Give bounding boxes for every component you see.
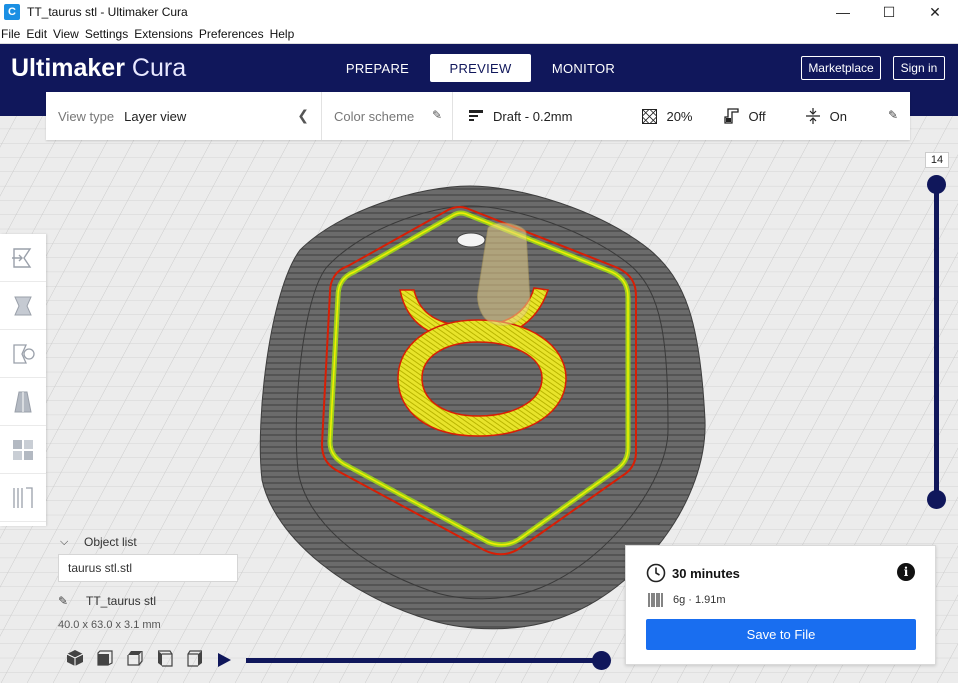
- info-icon[interactable]: i: [897, 563, 915, 581]
- tab-monitor[interactable]: MONITOR: [533, 54, 634, 82]
- layer-slider-track[interactable]: [934, 184, 939, 500]
- logo-brand: Ultimaker: [11, 54, 125, 82]
- tab-preview[interactable]: PREVIEW: [430, 54, 531, 82]
- adhesion-setting[interactable]: On: [804, 107, 847, 125]
- minimize-button[interactable]: —: [820, 0, 866, 24]
- mirror-tool-button[interactable]: [0, 378, 46, 426]
- object-list-item[interactable]: taurus stl.stl: [68, 561, 132, 575]
- adhesion-value: On: [829, 108, 847, 124]
- maximize-button[interactable]: ☐: [866, 0, 912, 24]
- support-icon: [723, 107, 741, 125]
- cube-top-icon: [127, 651, 143, 666]
- marketplace-button[interactable]: Marketplace: [801, 56, 881, 80]
- view-top-button[interactable]: [120, 648, 150, 668]
- simulation-slider-handle[interactable]: [592, 651, 611, 670]
- ultimaker-cura-logo: Ultimaker Cura: [11, 54, 186, 83]
- stage-tabs: PREPARE PREVIEW MONITOR: [327, 54, 636, 82]
- rotate-tool-button[interactable]: [0, 330, 46, 378]
- material-usage-value: 6g · 1.91m: [673, 594, 726, 606]
- sign-in-button[interactable]: Sign in: [893, 56, 945, 80]
- view-right-button[interactable]: [180, 648, 210, 668]
- print-time: 30 minutes: [646, 563, 740, 583]
- print-time-value: 30 minutes: [672, 565, 740, 581]
- menu-extensions[interactable]: Extensions: [131, 27, 196, 41]
- support-blocker-button[interactable]: [0, 474, 46, 522]
- profile-bars-icon: [467, 107, 485, 125]
- menu-help[interactable]: Help: [267, 27, 298, 41]
- menu-preferences[interactable]: Preferences: [196, 27, 267, 41]
- view-type-label: View type: [58, 108, 115, 124]
- view-type-value: Layer view: [124, 108, 187, 124]
- view-type-selector[interactable]: View type Layer view ❮: [46, 92, 322, 140]
- infill-setting[interactable]: 20%: [640, 107, 693, 125]
- play-icon: [218, 653, 231, 667]
- support-value: Off: [748, 108, 766, 124]
- chevron-left-icon: ❮: [297, 107, 309, 123]
- print-info-panel: 30 minutes i 6g · 1.91m Save to File: [625, 545, 936, 665]
- move-tool-button[interactable]: [0, 234, 46, 282]
- color-scheme-selector[interactable]: Color scheme ✎: [322, 92, 453, 140]
- view-3d-button[interactable]: [60, 648, 90, 668]
- pencil-icon: ✎: [431, 108, 442, 122]
- keyring-hole: [456, 232, 486, 248]
- object-name: TT_taurus stl: [86, 594, 157, 608]
- object-list-toggle[interactable]: ⌵ Object list: [60, 535, 137, 549]
- rotate-tool-icon: [13, 343, 35, 364]
- per-model-settings-button[interactable]: [0, 426, 46, 474]
- simulation-slider-track[interactable]: [246, 658, 604, 663]
- view-settings-bar: View type Layer view ❮ Color scheme ✎ Dr…: [46, 92, 910, 140]
- logo-product: Cura: [131, 54, 187, 82]
- selected-object-name[interactable]: ✎ TT_taurus stl: [58, 594, 156, 608]
- pencil-icon: ✎: [58, 594, 69, 608]
- play-simulation-button[interactable]: [214, 650, 234, 670]
- layer-slider-bottom-handle[interactable]: [927, 490, 946, 509]
- move-tool-icon: [12, 247, 32, 268]
- per-model-settings-icon: [13, 439, 33, 460]
- view-orientation-buttons: [60, 648, 210, 668]
- support-setting[interactable]: Off: [723, 107, 766, 125]
- layer-slider-top-handle[interactable]: [927, 175, 946, 194]
- view-left-button[interactable]: [150, 648, 180, 668]
- menu-settings[interactable]: Settings: [82, 27, 131, 41]
- object-list[interactable]: taurus stl.stl: [58, 554, 238, 582]
- menu-view[interactable]: View: [50, 27, 82, 41]
- profile-value: Draft - 0.2mm: [493, 108, 573, 124]
- infill-icon: [640, 107, 658, 125]
- cube-right-icon: [187, 650, 202, 667]
- edit-settings-pencil-icon[interactable]: ✎: [888, 108, 898, 122]
- menu-edit[interactable]: Edit: [23, 27, 50, 41]
- cura-app-icon: C: [4, 4, 20, 20]
- color-scheme-label: Color scheme: [334, 108, 415, 124]
- chevron-down-icon: ⌵: [60, 535, 69, 548]
- adhesion-icon: [804, 107, 822, 125]
- scale-tool-button[interactable]: [0, 282, 46, 330]
- cube-3d-icon: [66, 650, 84, 666]
- view-front-button[interactable]: [90, 648, 120, 668]
- scale-tool-icon: [14, 296, 32, 315]
- tab-prepare[interactable]: PREPARE: [327, 54, 428, 82]
- print-settings-summary[interactable]: Draft - 0.2mm 20% Off On ✎: [453, 92, 910, 140]
- filament-spool-icon: [648, 593, 663, 607]
- material-usage: 6g · 1.91m: [648, 592, 726, 608]
- mirror-tool-icon: [14, 391, 32, 412]
- support-blocker-icon: [13, 486, 33, 508]
- object-list-label: Object list: [84, 535, 137, 549]
- window-title: TT_taurus stl - Ultimaker Cura: [27, 5, 188, 19]
- current-layer-number[interactable]: 14: [925, 152, 949, 168]
- close-button[interactable]: ✕: [912, 0, 958, 24]
- menu-file[interactable]: File: [0, 27, 23, 41]
- object-dimensions: 40.0 x 63.0 x 3.1 mm: [58, 619, 161, 631]
- tool-panel: [0, 234, 46, 526]
- cube-front-icon: [97, 650, 113, 666]
- clock-icon: [646, 563, 666, 583]
- save-to-file-button[interactable]: Save to File: [646, 619, 916, 650]
- menu-bar: File Edit View Settings Extensions Prefe…: [0, 24, 958, 44]
- profile-setting[interactable]: Draft - 0.2mm: [467, 107, 572, 125]
- cube-left-icon: [158, 650, 173, 667]
- infill-value: 20%: [666, 108, 693, 124]
- window-titlebar: C TT_taurus stl - Ultimaker Cura — ☐ ✕: [0, 0, 958, 24]
